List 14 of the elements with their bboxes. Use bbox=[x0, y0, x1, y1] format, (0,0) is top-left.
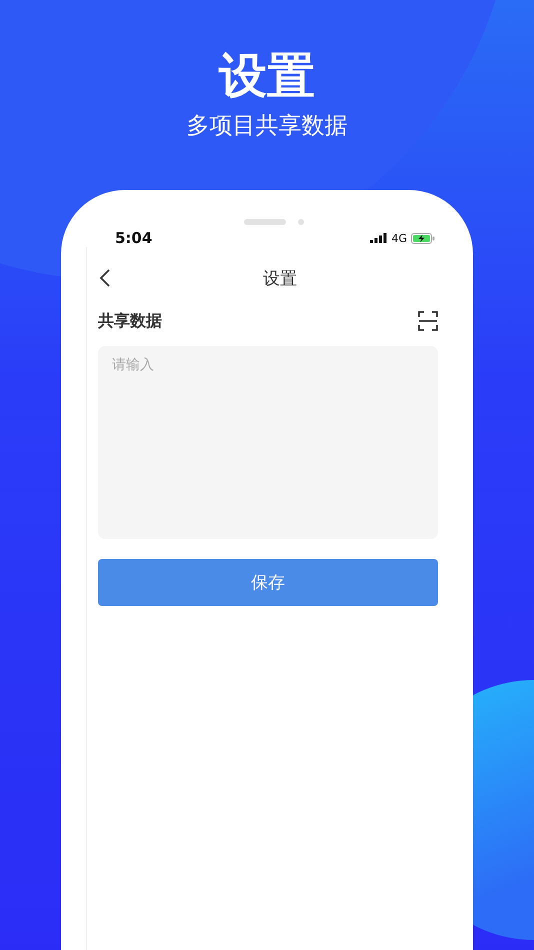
field-label: 共享数据 bbox=[98, 310, 162, 332]
signal-icon bbox=[370, 233, 388, 243]
speaker-slot bbox=[244, 219, 286, 225]
status-time: 5:04 bbox=[115, 229, 152, 247]
save-button[interactable]: 保存 bbox=[98, 559, 438, 606]
nav-title: 设置 bbox=[263, 268, 297, 290]
scan-icon[interactable] bbox=[418, 311, 438, 331]
back-icon[interactable] bbox=[99, 268, 111, 288]
network-label: 4G bbox=[391, 232, 407, 244]
input-field[interactable]: 请输入 bbox=[98, 346, 438, 539]
headline-title: 设置 bbox=[218, 47, 316, 106]
battery-icon bbox=[411, 232, 435, 244]
camera-dot bbox=[298, 219, 304, 225]
headline-subtitle: 多项目共享数据 bbox=[186, 112, 348, 141]
